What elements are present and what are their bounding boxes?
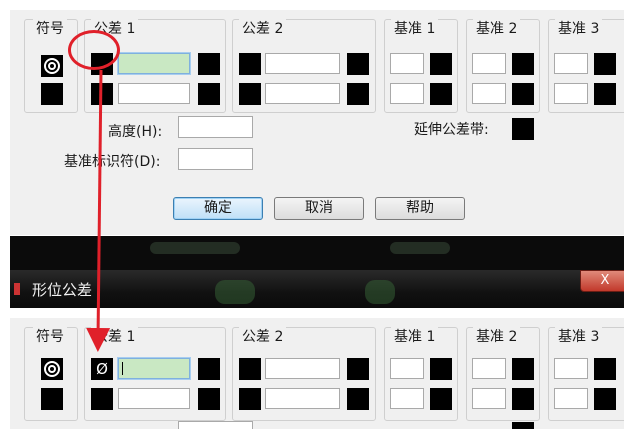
arrow-line: [86, 69, 111, 352]
annotation-arrow: [86, 69, 111, 352]
